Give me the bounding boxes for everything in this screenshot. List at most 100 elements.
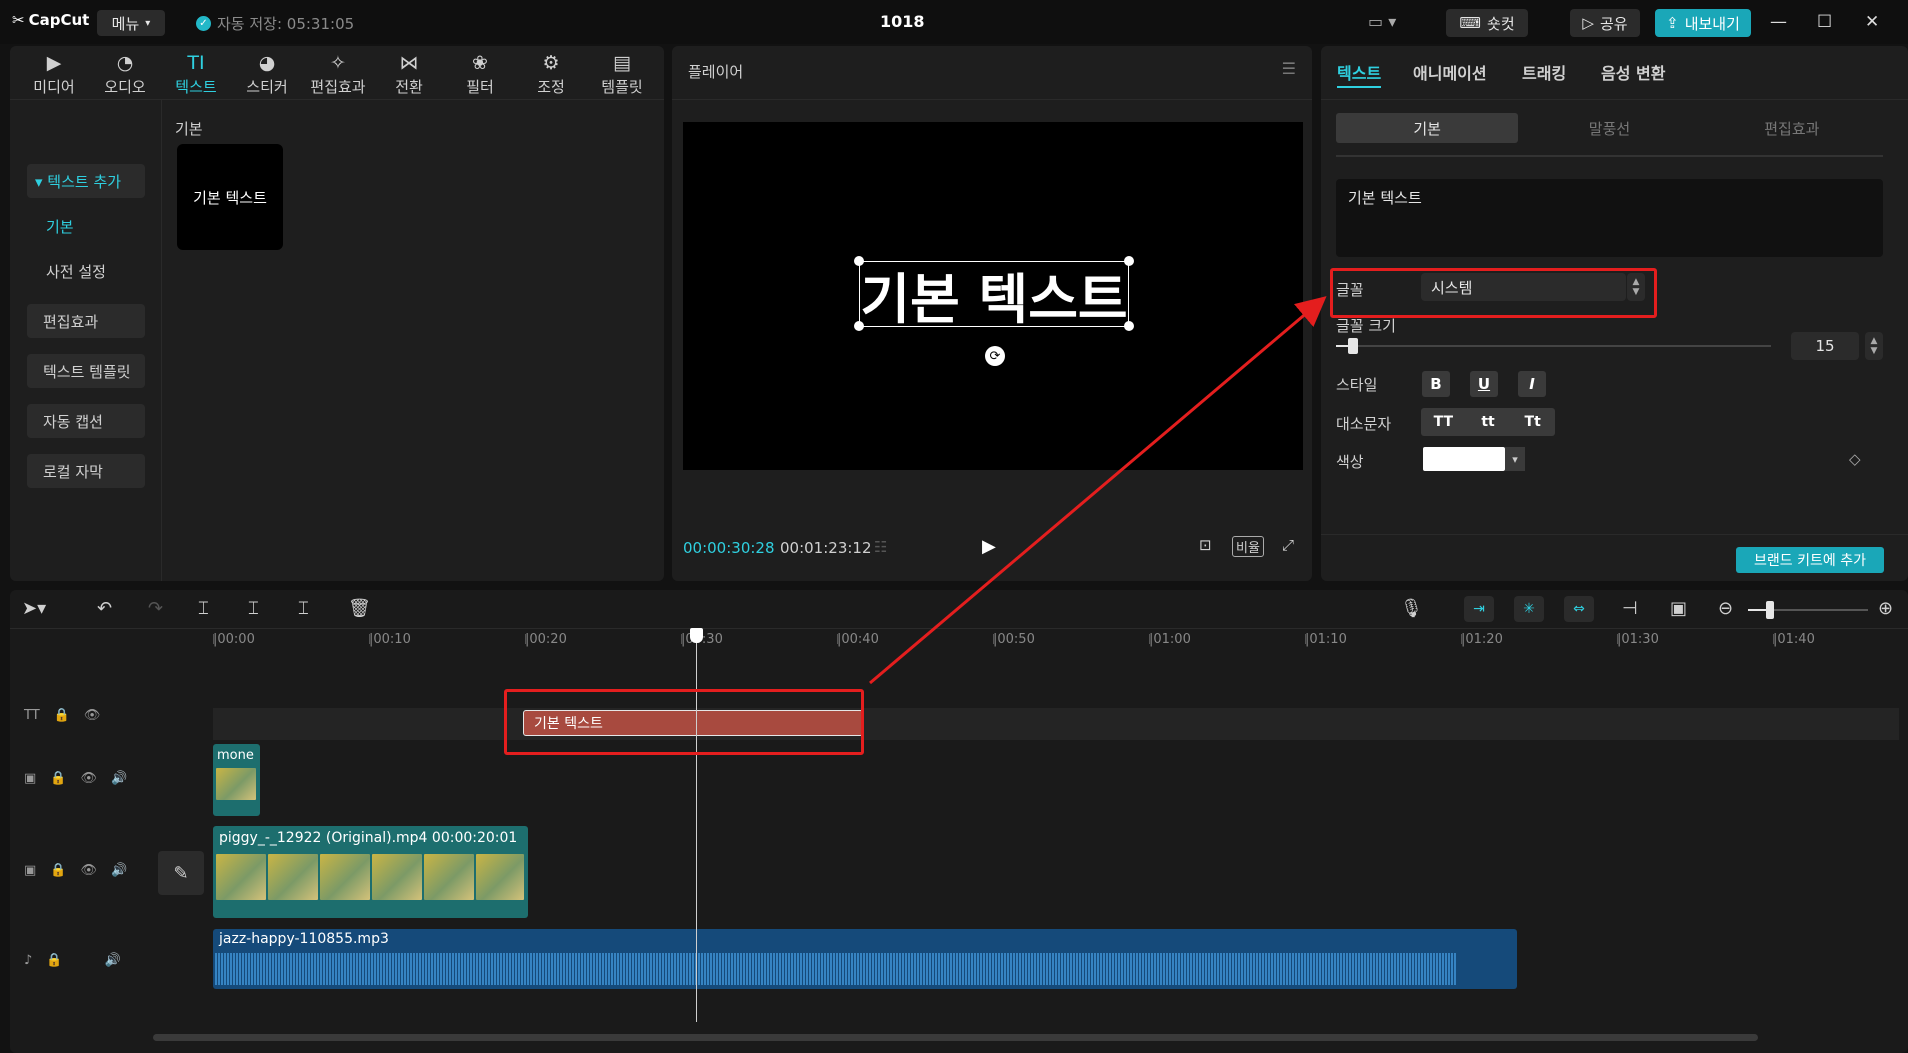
tab-audio[interactable]: ◔ 오디오	[91, 52, 159, 97]
shortcut-button[interactable]: ⌨ 숏컷	[1446, 9, 1528, 37]
basic-text-card[interactable]: 기본 텍스트	[177, 144, 283, 250]
segment-basic[interactable]: 기본	[1336, 113, 1519, 143]
ratio-button[interactable]: 비율	[1232, 536, 1264, 557]
audio-clip[interactable]: jazz-happy-110855.mp3	[213, 929, 1517, 989]
audio-icon: ◔	[116, 52, 134, 74]
zoom-slider-handle[interactable]	[1766, 601, 1774, 619]
segment-bubble[interactable]: 말풍선	[1518, 113, 1700, 143]
sidebar-item-add-text[interactable]: ▾ 텍스트 추가	[27, 164, 145, 198]
tab-effects[interactable]: ✧ 편집효과	[304, 52, 372, 97]
uppercase-button[interactable]: TT	[1421, 408, 1466, 436]
resize-handle[interactable]	[854, 256, 864, 266]
redo-icon[interactable]: ↷	[148, 598, 163, 619]
hamburger-icon[interactable]: ☰	[1282, 59, 1296, 78]
bold-button[interactable]: B	[1422, 371, 1450, 397]
video-canvas[interactable]: 기본 텍스트 ⟳	[683, 122, 1303, 470]
font-size-stepper-icon[interactable]: ▲ ▼	[1865, 332, 1883, 360]
font-size-input[interactable]: 15	[1791, 332, 1859, 360]
volume-icon[interactable]: 🔊	[104, 953, 120, 968]
ruler-label: |01:00	[1149, 632, 1191, 647]
split-icon[interactable]: ⌶	[198, 598, 209, 619]
chevron-down-icon[interactable]: ▾	[1505, 447, 1525, 471]
menu-button[interactable]: 메뉴 ▾	[97, 10, 165, 36]
rotate-icon[interactable]: ⟳	[985, 346, 1005, 366]
minimize-icon[interactable]: —	[1770, 12, 1787, 32]
lock-icon[interactable]: 🔒	[54, 708, 70, 723]
tab-filter[interactable]: ❀ 필터	[446, 52, 514, 97]
tab-template[interactable]: ▤ 템플릿	[588, 52, 656, 97]
divider	[10, 628, 1908, 629]
mone-clip[interactable]: mone	[213, 744, 260, 816]
eye-icon[interactable]: 👁	[80, 863, 97, 878]
zoom-fit-icon[interactable]: ⊡	[1199, 536, 1212, 554]
delete-icon[interactable]: 🗑	[348, 598, 371, 619]
volume-icon[interactable]: 🔊	[111, 771, 127, 786]
resize-handle[interactable]	[1124, 321, 1134, 331]
titlecase-button[interactable]: Tt	[1510, 408, 1555, 436]
annotation-box-text-clip	[504, 689, 864, 755]
segment-effects[interactable]: 편집효과	[1701, 113, 1883, 143]
grid-icon[interactable]: ☷	[874, 538, 887, 556]
keyframe-icon[interactable]: ◇	[1849, 450, 1861, 468]
font-size-slider-handle[interactable]	[1348, 338, 1358, 354]
clip-label: jazz-happy-110855.mp3	[219, 931, 389, 947]
thumbnail-icon[interactable]: ▣	[1670, 598, 1687, 619]
tab-voice[interactable]: 음성 변환	[1601, 60, 1665, 84]
sidebar-sub-basic[interactable]: 기본	[46, 216, 74, 237]
tab-label: 오디오	[104, 78, 146, 96]
font-size-slider[interactable]	[1336, 345, 1771, 347]
zoom-out-icon[interactable]: ⊖	[1718, 598, 1733, 619]
maximize-icon[interactable]: ☐	[1817, 12, 1832, 32]
eye-icon[interactable]: 👁	[84, 708, 101, 723]
italic-button[interactable]: I	[1518, 371, 1546, 397]
eye-icon[interactable]: 👁	[80, 771, 97, 786]
split-left-icon[interactable]: ⌶	[248, 598, 259, 619]
text-content-input[interactable]: 기본 텍스트	[1336, 179, 1883, 257]
lowercase-button[interactable]: tt	[1466, 408, 1511, 436]
undo-icon[interactable]: ↶	[97, 598, 112, 619]
sidebar-item-template[interactable]: 텍스트 템플릿	[27, 354, 145, 388]
color-swatch[interactable]	[1423, 447, 1505, 471]
export-button[interactable]: ⇪ 내보내기	[1655, 9, 1751, 37]
tab-transition[interactable]: ⋈ 전환	[375, 52, 443, 97]
linkage-icon[interactable]: ⇔	[1564, 596, 1594, 622]
fullscreen-icon[interactable]: ⤢	[1282, 536, 1294, 554]
layout-icon[interactable]: ▭ ▾	[1368, 12, 1396, 31]
resize-handle[interactable]	[1124, 256, 1134, 266]
auto-snap-icon[interactable]: ✳	[1514, 596, 1544, 622]
zoom-in-icon[interactable]: ⊕	[1878, 598, 1893, 619]
split-right-icon[interactable]: ⌶	[298, 598, 309, 619]
tab-tracking[interactable]: 트래킹	[1522, 60, 1566, 84]
tab-adjust[interactable]: ⚙ 조정	[517, 52, 585, 97]
timeline-scrollbar[interactable]	[153, 1034, 1758, 1041]
volume-icon[interactable]: 🔊	[111, 863, 127, 878]
tab-text[interactable]: 텍스트	[1337, 60, 1381, 84]
preview-axis-icon[interactable]: ⊣	[1622, 598, 1638, 619]
edit-cover-icon[interactable]: ✎	[158, 851, 204, 895]
main-track-magnet-icon[interactable]: ⇥	[1464, 596, 1494, 622]
resize-handle[interactable]	[854, 321, 864, 331]
sidebar-item-auto-caption[interactable]: 자동 캡션	[27, 404, 145, 438]
close-icon[interactable]: ✕	[1865, 12, 1879, 32]
lock-icon[interactable]: 🔒	[46, 953, 62, 968]
tab-media[interactable]: ▶ 미디어	[20, 52, 88, 97]
piggy-clip[interactable]: piggy_-_12922 (Original).mp4 00:00:20:01	[213, 826, 528, 918]
share-button[interactable]: ▷ 공유	[1570, 9, 1640, 37]
keyboard-icon: ⌨	[1459, 14, 1482, 32]
select-tool-icon[interactable]: ➤▾	[22, 598, 46, 619]
play-icon[interactable]: ▶	[982, 536, 996, 557]
add-to-brand-kit-button[interactable]: 브랜드 키트에 추가	[1736, 547, 1884, 573]
underline-button[interactable]: U	[1470, 371, 1498, 397]
microphone-icon[interactable]: 🎙	[1400, 598, 1423, 619]
lock-icon[interactable]: 🔒	[50, 863, 66, 878]
tab-sticker[interactable]: ◕ 스티커	[233, 52, 301, 97]
sidebar-item-local-caption[interactable]: 로컬 자막	[27, 454, 145, 488]
sidebar-sub-preset[interactable]: 사전 설정	[46, 261, 106, 282]
text-overlay[interactable]: 기본 텍스트	[859, 261, 1129, 331]
filter-icon: ❀	[472, 52, 488, 74]
playhead-handle[interactable]	[690, 628, 703, 643]
tab-animation[interactable]: 애니메이션	[1413, 60, 1487, 84]
sidebar-item-effects[interactable]: 편집효과	[27, 304, 145, 338]
tab-text[interactable]: TI 텍스트	[162, 52, 230, 97]
lock-icon[interactable]: 🔒	[50, 771, 66, 786]
